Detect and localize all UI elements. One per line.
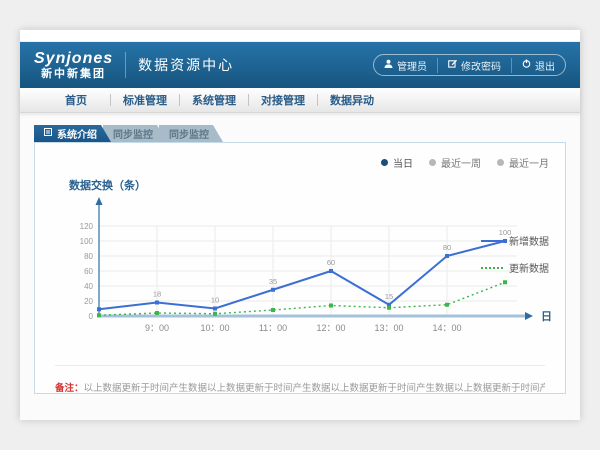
footnote-text: 以上数据更新于时间产生数据以上数据更新于时间产生数据以上数据更新于时间产生数据以… xyxy=(84,383,545,394)
logo-text-en: Synjones xyxy=(34,51,113,67)
svg-text:15: 15 xyxy=(385,292,393,301)
svg-text:35: 35 xyxy=(269,277,277,286)
tab-label: 同步监控 xyxy=(113,126,153,141)
nav-item-interface-mgmt[interactable]: 对接管理 xyxy=(255,92,311,108)
footnote: 备注：以上数据更新于时间产生数据以上数据更新于时间产生数据以上数据更新于时间产生… xyxy=(55,365,545,394)
svg-text:11：00: 11：00 xyxy=(259,323,287,333)
y-axis-title: 数据交换（条） xyxy=(69,177,146,193)
document-icon xyxy=(44,128,52,139)
chart-panel: 当日 最近一周 最近一月 数据交换（条） 0 20 40 60 80 100 120 9：00… xyxy=(34,142,566,394)
tab-sync-monitor-1[interactable]: 同步监控 xyxy=(103,125,167,142)
nav-divider xyxy=(110,94,111,106)
logo-text-cn: 新中新集团 xyxy=(34,69,113,80)
solid-line-icon xyxy=(481,240,503,242)
app-window: Synjones 新中新集团 数据资源中心 管理员 修改密码 xyxy=(20,30,580,420)
svg-text:80: 80 xyxy=(443,243,451,252)
svg-text:10：00: 10：00 xyxy=(200,323,229,333)
nav-item-system-mgmt[interactable]: 系统管理 xyxy=(186,92,242,108)
filter-label: 当日 xyxy=(393,155,413,170)
header-divider xyxy=(125,52,126,78)
radio-icon xyxy=(497,159,504,166)
user-icon xyxy=(384,59,397,71)
user-menu-label: 管理员 xyxy=(397,58,427,73)
legend-label: 新增数据 xyxy=(509,233,549,248)
app-header: Synjones 新中新集团 数据资源中心 管理员 修改密码 xyxy=(20,42,580,88)
filter-last-week[interactable]: 最近一周 xyxy=(429,155,481,170)
chart-legend: 新增数据 更新数据 xyxy=(481,233,551,287)
svg-text:0: 0 xyxy=(89,312,94,321)
svg-text:日期（小时）: 日期（小时） xyxy=(541,309,551,323)
user-menu-logout[interactable]: 退出 xyxy=(511,58,555,73)
main-nav: 首页 标准管理 系统管理 对接管理 数据异动 xyxy=(20,88,580,113)
nav-item-home[interactable]: 首页 xyxy=(48,92,104,108)
nav-divider xyxy=(179,94,180,106)
svg-text:9：00: 9：00 xyxy=(145,323,169,333)
svg-text:20: 20 xyxy=(84,297,93,306)
svg-text:14：00: 14：00 xyxy=(432,323,461,333)
user-menu-label: 修改密码 xyxy=(461,58,501,73)
svg-text:10: 10 xyxy=(211,296,219,305)
radio-selected-icon xyxy=(381,159,388,166)
filter-label: 最近一月 xyxy=(509,155,549,170)
user-menu-admin[interactable]: 管理员 xyxy=(384,58,427,73)
svg-text:12：00: 12：00 xyxy=(316,323,345,333)
legend-item-updated-data: 更新数据 xyxy=(481,260,551,275)
logout-icon xyxy=(522,59,535,71)
edit-icon xyxy=(448,59,461,71)
footnote-label: 备注： xyxy=(55,383,84,394)
company-logo: Synjones 新中新集团 xyxy=(34,51,113,80)
line-chart: 0 20 40 60 80 100 120 9：00 10：00 11：00 12：00 13：00 1… xyxy=(51,196,551,346)
radio-icon xyxy=(429,159,436,166)
svg-text:13：00: 13：00 xyxy=(374,323,403,333)
time-range-filters: 当日 最近一周 最近一月 xyxy=(365,155,549,170)
svg-text:18: 18 xyxy=(153,290,161,299)
user-menu-change-password[interactable]: 修改密码 xyxy=(437,58,501,73)
nav-divider xyxy=(248,94,249,106)
svg-text:120: 120 xyxy=(80,222,94,231)
svg-text:60: 60 xyxy=(327,258,335,267)
nav-item-data-change[interactable]: 数据异动 xyxy=(324,92,380,108)
svg-text:80: 80 xyxy=(84,252,93,261)
dotted-line-icon xyxy=(481,267,503,269)
tab-system-intro[interactable]: 系统介绍 xyxy=(34,125,111,142)
tab-label: 同步监控 xyxy=(169,126,209,141)
svg-text:60: 60 xyxy=(84,267,93,276)
filter-label: 最近一周 xyxy=(441,155,481,170)
nav-item-standard-mgmt[interactable]: 标准管理 xyxy=(117,92,173,108)
user-menu-label: 退出 xyxy=(535,58,555,73)
svg-text:100: 100 xyxy=(80,237,94,246)
tab-label: 系统介绍 xyxy=(57,126,97,141)
tab-bar: 系统介绍 同步监控 同步监控 xyxy=(34,125,215,142)
nav-divider xyxy=(317,94,318,106)
tab-sync-monitor-2[interactable]: 同步监控 xyxy=(159,125,223,142)
filter-today[interactable]: 当日 xyxy=(381,155,413,170)
filter-last-month[interactable]: 最近一月 xyxy=(497,155,549,170)
svg-text:40: 40 xyxy=(84,282,93,291)
top-strip xyxy=(20,30,580,42)
legend-item-new-data: 新增数据 xyxy=(481,233,551,248)
legend-label: 更新数据 xyxy=(509,260,549,275)
page-title: 数据资源中心 xyxy=(138,55,234,75)
user-menu: 管理员 修改密码 退出 xyxy=(373,54,566,76)
